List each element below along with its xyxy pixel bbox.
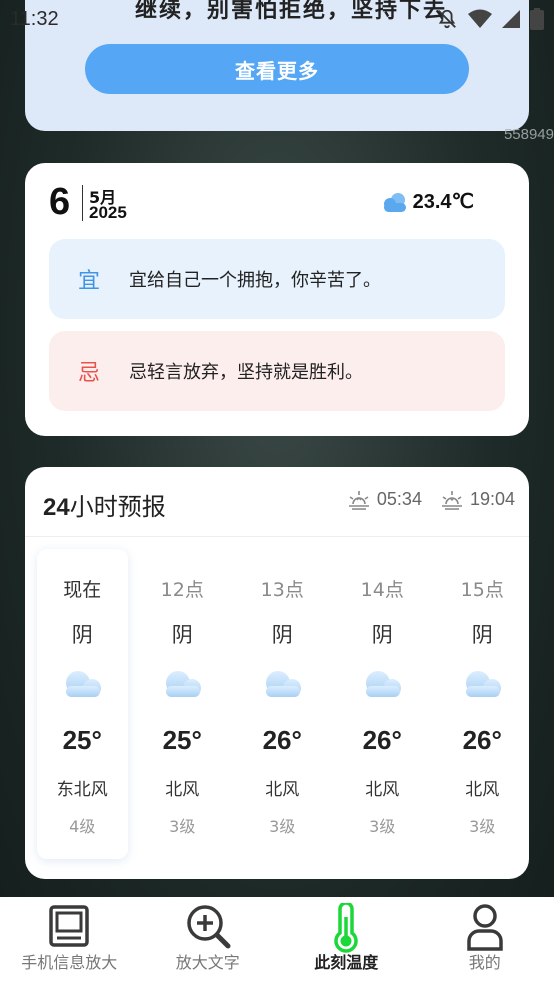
hour-temperature: 26° (262, 725, 302, 755)
nav-label: 我的 (468, 953, 501, 972)
thermometer-icon (334, 903, 358, 953)
hour-item[interactable]: 15点 阴 26° 北风 3级 (437, 549, 528, 859)
date-day: 6 (49, 181, 71, 223)
status-time: 11:32 (10, 8, 59, 30)
forecast-title: 24小时预报 (43, 487, 166, 522)
signal-icon (502, 10, 520, 28)
overcast-cloud-icon (166, 671, 201, 697)
forecast-title-number: 24 (43, 494, 70, 521)
hour-time: 14点 (360, 579, 404, 601)
hour-wind: 东北风 (56, 780, 108, 800)
sunset-time: 19:04 (469, 489, 515, 509)
battery-icon (530, 8, 544, 30)
hour-time: 12点 (160, 579, 204, 601)
hour-wind: 北风 (465, 780, 500, 800)
sunset-icon (441, 490, 462, 510)
sunrise-icon (348, 490, 369, 510)
status-icons (436, 8, 544, 30)
hour-item[interactable]: 13点 阴 26° 北风 3级 (237, 549, 328, 859)
date-divider (82, 185, 83, 221)
bottom-nav: 手机信息放大 放大文字 此刻温度 我的 (0, 897, 554, 985)
nav-label: 放大文字 (175, 953, 240, 972)
nav-item-mine[interactable]: 我的 (416, 897, 554, 985)
view-more-button[interactable]: 查看更多 (85, 44, 469, 94)
hour-condition: 阴 (471, 623, 493, 647)
wifi-icon (468, 9, 492, 28)
overcast-cloud-icon (366, 671, 401, 697)
almanac-card: 6 5月 2025 23.4℃ 宜 宜给自己一个拥抱，你辛苦了。 忌 忌轻言放弃… (25, 163, 529, 436)
sunrise: 05:34 (347, 489, 422, 510)
cloud-icon (383, 192, 406, 212)
hourly-list[interactable]: 现在 阴 25° 东北风 4级 12点 阴 25° 北风 3级 13点 阴 26… (37, 549, 529, 859)
date-year: 2025 (89, 203, 127, 222)
avoid-tip: 忌 忌轻言放弃，坚持就是胜利。 (49, 331, 505, 411)
overcast-cloud-icon (266, 671, 301, 697)
hour-wind-level: 3级 (169, 817, 196, 836)
hour-condition: 阴 (171, 623, 193, 647)
suitable-tip: 宜 宜给自己一个拥抱，你辛苦了。 (49, 239, 505, 319)
hour-item[interactable]: 12点 阴 25° 北风 3级 (137, 549, 228, 859)
forecast-divider (25, 536, 529, 537)
zoom-in-icon (187, 905, 231, 949)
hour-temperature: 25° (162, 725, 202, 755)
avoid-tag: 忌 (77, 361, 100, 386)
hour-wind: 北风 (365, 780, 400, 800)
hour-time: 15点 (460, 579, 504, 601)
nav-item-current-temperature[interactable]: 此刻温度 (277, 897, 416, 985)
hour-temperature: 26° (362, 725, 402, 755)
nav-item-phone-magnify[interactable]: 手机信息放大 (0, 897, 139, 985)
nav-label: 手机信息放大 (21, 953, 118, 972)
hourly-forecast-card: 24小时预报 05:34 19:04 现在 阴 25° 东北风 4级 12点 阴… (25, 467, 529, 879)
hour-condition: 阴 (271, 623, 293, 647)
hour-condition: 阴 (71, 623, 93, 647)
sunset: 19:04 (440, 489, 515, 510)
hour-temperature: 25° (62, 725, 102, 755)
sun-times: 05:34 19:04 (347, 489, 515, 510)
monitor-icon (49, 905, 89, 947)
current-temperature: 23.4℃ (412, 191, 474, 213)
hour-wind-level: 4级 (69, 817, 96, 836)
watermark: 558949 (503, 126, 554, 143)
hour-wind-level: 3级 (469, 817, 496, 836)
overcast-cloud-icon (466, 671, 501, 697)
avoid-text: 忌轻言放弃，坚持就是胜利。 (129, 362, 363, 383)
overcast-cloud-icon (66, 671, 101, 697)
hour-item-now[interactable]: 现在 阴 25° 东北风 4级 (37, 549, 128, 859)
hour-temperature: 26° (462, 725, 502, 755)
hour-condition: 阴 (371, 623, 393, 647)
hour-time: 13点 (260, 579, 304, 601)
suitable-text: 宜给自己一个拥抱，你辛苦了。 (129, 270, 381, 291)
hour-wind-level: 3级 (369, 817, 396, 836)
sunrise-time: 05:34 (376, 489, 422, 509)
current-weather: 23.4℃ (379, 189, 474, 214)
nav-label: 此刻温度 (314, 953, 379, 972)
hour-wind: 北风 (265, 780, 300, 800)
nav-item-enlarge-text[interactable]: 放大文字 (139, 897, 278, 985)
hour-time: 现在 (63, 579, 102, 601)
status-bar: 11:32 (0, 0, 554, 38)
hour-item[interactable]: 14点 阴 26° 北风 3级 (337, 549, 428, 859)
user-icon (467, 904, 503, 951)
hour-wind-level: 3级 (269, 817, 296, 836)
hour-wind: 北风 (165, 780, 200, 800)
mute-icon (438, 9, 456, 29)
suitable-tag: 宜 (77, 269, 100, 294)
forecast-title-text: 小时预报 (69, 493, 166, 521)
